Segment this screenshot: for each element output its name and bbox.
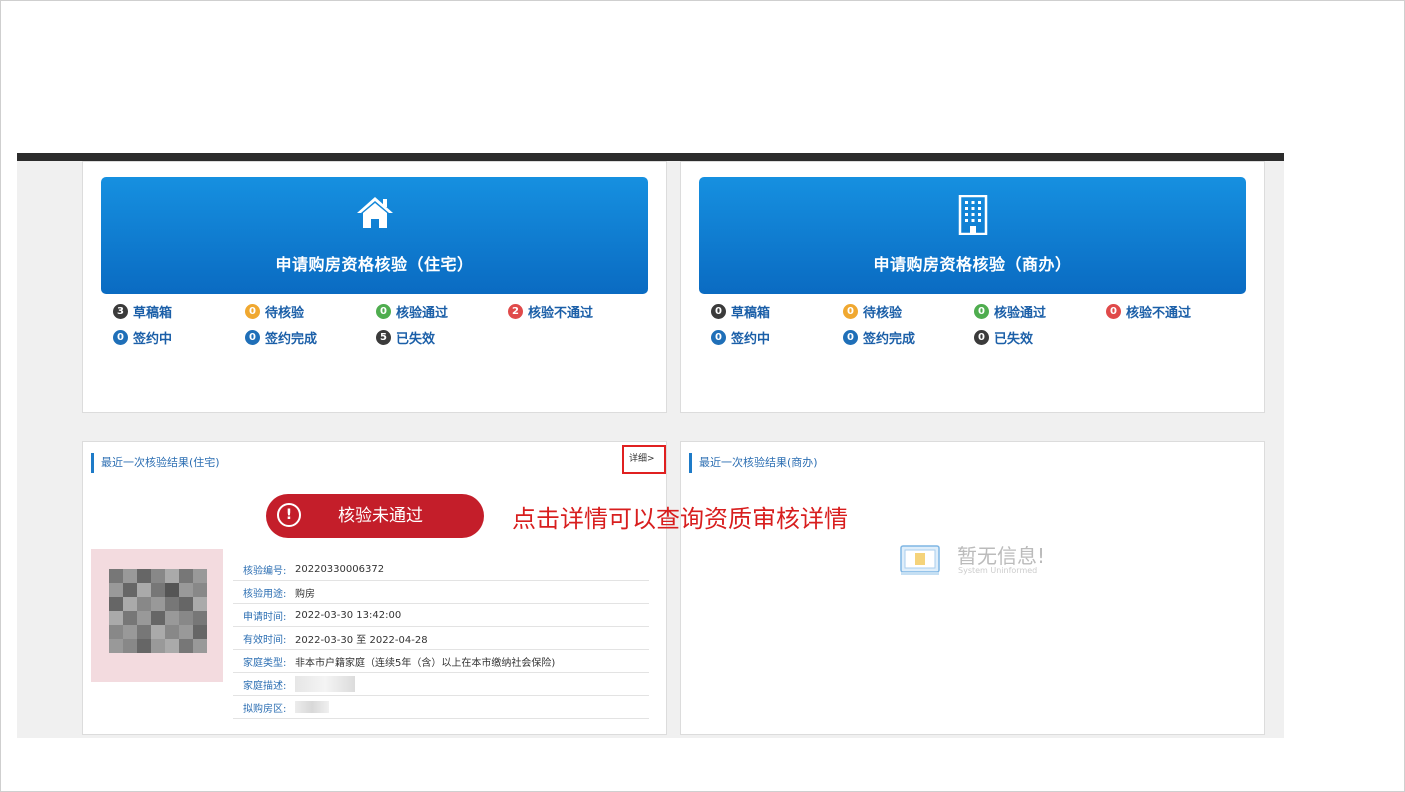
commercial-panel: 申请购房资格核验（商办） 0 草稿箱 0 待核验 0 核验通过 0 核验不通过 … [680,161,1265,413]
app-screen: 申请购房资格核验（住宅） 3 草稿箱 0 待核验 0 核验通过 2 核验不通过 … [17,153,1284,738]
count-badge: 0 [843,330,858,345]
count-badge: 0 [974,304,989,319]
field-label: 家庭类型: [243,657,287,669]
count-badge: 3 [113,304,128,319]
detail-link[interactable]: 详细> [622,445,666,474]
count-badge: 2 [508,304,523,319]
table-row: 有效时间: 2022-03-30 至 2022-04-28 [233,627,649,650]
stat-label: 已失效 [396,332,436,347]
field-value: 20220330006372 [295,563,385,575]
stat-approved[interactable]: 0 核验通过 [974,302,1046,321]
field-label: 有效时间: [243,634,287,646]
table-row: 拟购房区: [233,696,649,719]
empty-box-icon [899,542,941,580]
count-badge: 0 [843,304,858,319]
stat-label: 草稿箱 [133,306,173,321]
stat-pending[interactable]: 0 待核验 [245,302,304,321]
stat-label: 签约完成 [265,332,318,347]
count-badge: 0 [974,330,989,345]
count-badge: 5 [376,330,391,345]
field-label: 申请时间: [243,611,287,623]
stat-label: 草稿箱 [731,306,771,321]
field-label: 核验用途: [243,588,287,600]
stat-label: 待核验 [265,306,305,321]
top-nav-bar [17,153,1284,161]
table-row: 申请时间: 2022-03-30 13:42:00 [233,604,649,627]
table-row: 家庭类型: 非本市户籍家庭（连续5年（含）以上在本市缴纳社会保险) [233,650,649,673]
field-label: 家庭描述: [243,680,287,692]
section-title: 最近一次核验结果(商办) [689,453,818,473]
section-title: 最近一次核验结果(住宅) [91,453,220,473]
status-label: 核验未通过 [338,506,423,526]
count-badge: 0 [113,330,128,345]
applicant-photo [91,549,223,682]
stat-label: 签约中 [731,332,771,347]
field-value: 2022-03-30 至 2022-04-28 [295,634,428,646]
count-badge: 0 [711,304,726,319]
stat-label: 核验通过 [994,306,1047,321]
field-label: 拟购房区: [243,703,287,715]
result-details-table: 核验编号: 20220330006372 核验用途: 购房 申请时间: 2022… [233,558,649,719]
stat-drafts[interactable]: 3 草稿箱 [113,302,172,321]
residential-apply-button[interactable]: 申请购房资格核验（住宅） [101,177,648,294]
stat-signing[interactable]: 0 签约中 [113,328,172,347]
stat-expired[interactable]: 5 已失效 [376,328,435,347]
field-value: 购房 [295,588,315,600]
residential-banner-title: 申请购房资格核验（住宅） [275,255,474,274]
stat-rejected[interactable]: 2 核验不通过 [508,302,593,321]
empty-title: 暂无信息! [957,544,1046,568]
count-badge: 0 [245,304,260,319]
stat-label: 签约完成 [863,332,916,347]
office-building-icon [699,195,1246,235]
stat-label: 签约中 [133,332,173,347]
stat-label: 待核验 [863,306,903,321]
redacted-value [295,701,329,713]
table-row: 家庭描述: [233,673,649,696]
latest-residential-panel: 最近一次核验结果(住宅) 详细> ! 核验未通过 核验编号: 202203300… [82,441,667,735]
stat-rejected[interactable]: 0 核验不通过 [1106,302,1191,321]
stat-signed[interactable]: 0 签约完成 [843,328,915,347]
status-badge-failed[interactable]: ! 核验未通过 [266,494,484,538]
stat-signed[interactable]: 0 签约完成 [245,328,317,347]
residential-panel: 申请购房资格核验（住宅） 3 草稿箱 0 待核验 0 核验通过 2 核验不通过 … [82,161,667,413]
stat-expired[interactable]: 0 已失效 [974,328,1033,347]
field-label: 核验编号: [243,565,287,577]
count-badge: 0 [376,304,391,319]
stat-label: 核验通过 [396,306,449,321]
table-row: 核验用途: 购房 [233,581,649,604]
commercial-apply-button[interactable]: 申请购房资格核验（商办） [699,177,1246,294]
latest-commercial-panel: 最近一次核验结果(商办) 暂无信息! System Uninformed [680,441,1265,735]
empty-subtitle: System Uninformed [958,566,1038,575]
commercial-banner-title: 申请购房资格核验（商办） [873,255,1072,274]
annotation-text: 点击详情可以查询资质审核详情 [512,505,848,533]
stat-approved[interactable]: 0 核验通过 [376,302,448,321]
redacted-value [295,676,355,692]
stat-drafts[interactable]: 0 草稿箱 [711,302,770,321]
table-row: 核验编号: 20220330006372 [233,558,649,581]
count-badge: 0 [245,330,260,345]
count-badge: 0 [711,330,726,345]
house-icon [101,195,648,235]
empty-state: 暂无信息! System Uninformed [899,540,1079,580]
stat-label: 核验不通过 [528,306,594,321]
stat-label: 已失效 [994,332,1034,347]
stat-pending[interactable]: 0 待核验 [843,302,902,321]
stat-label: 核验不通过 [1126,306,1192,321]
stat-signing[interactable]: 0 签约中 [711,328,770,347]
count-badge: 0 [1106,304,1121,319]
exclamation-icon: ! [277,503,301,527]
field-value: 非本市户籍家庭（连续5年（含）以上在本市缴纳社会保险) [295,657,556,669]
field-value: 2022-03-30 13:42:00 [295,609,402,621]
